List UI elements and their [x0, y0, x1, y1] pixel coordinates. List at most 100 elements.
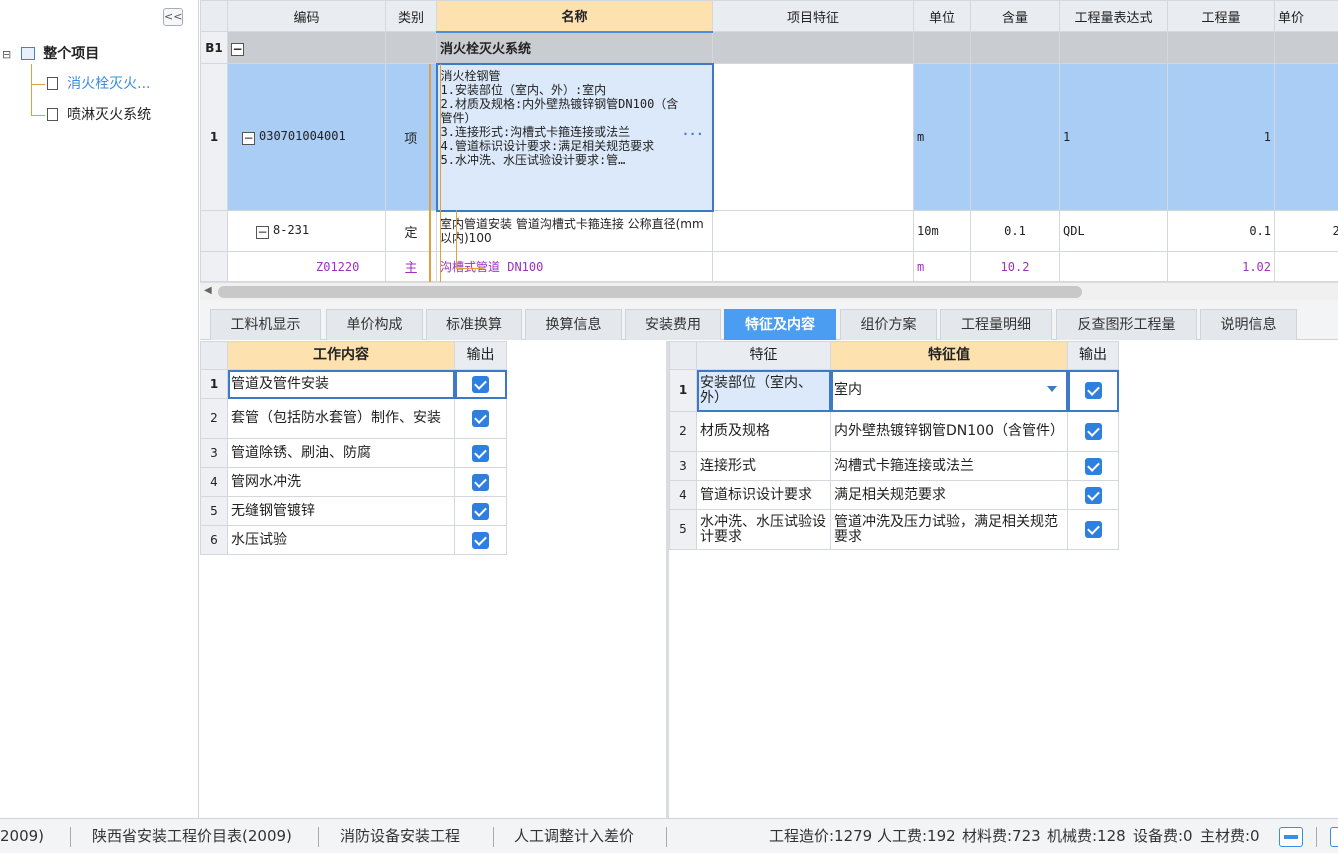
output-checkbox[interactable]	[1085, 458, 1102, 475]
tab-conversion-info[interactable]: 换算信息	[525, 309, 622, 340]
code-cell[interactable]: −8-231	[228, 211, 386, 252]
tab-unit-price[interactable]: 单价构成	[326, 309, 423, 340]
table-row[interactable]: 1 安装部位（室内、外） 室内	[670, 370, 1119, 412]
collapse-icon[interactable]: ⊟	[2, 44, 13, 66]
feature-value[interactable]: 满足相关规范要求	[831, 481, 1068, 510]
layout-split-icon[interactable]	[1330, 827, 1338, 847]
code-cell[interactable]: −030701004001	[228, 64, 386, 211]
feature-name[interactable]: 连接形式	[697, 452, 831, 481]
collapse-icon[interactable]: −	[256, 226, 269, 239]
output-checkbox[interactable]	[472, 445, 489, 462]
table-row[interactable]: 5 水冲洗、水压试验设计要求 管道冲洗及压力试验，满足相关规范要求	[670, 510, 1119, 550]
tree-root[interactable]: ⊟ 整个项目	[2, 43, 99, 65]
content-cell[interactable]: 0.1	[971, 211, 1060, 252]
tab-features-content[interactable]: 特征及内容	[724, 309, 836, 340]
table-row[interactable]: Z01220 主 沟槽式管道 DN100 m 10.2 1.02	[201, 252, 1338, 282]
tab-quantity-detail[interactable]: 工程量明细	[940, 309, 1052, 340]
col-name[interactable]: 名称	[437, 1, 713, 32]
table-row[interactable]: 4 管道标识设计要求 满足相关规范要求	[670, 481, 1119, 510]
col-output[interactable]: 输出	[455, 342, 507, 370]
price-cell[interactable]	[1275, 64, 1338, 211]
tab-description[interactable]: 说明信息	[1200, 309, 1297, 340]
unit-cell[interactable]: m	[914, 252, 971, 282]
output-checkbox[interactable]	[1085, 423, 1102, 440]
collapse-icon[interactable]: −	[231, 43, 244, 56]
name-cell[interactable]: 沟槽式管道 DN100	[437, 252, 713, 282]
output-checkbox[interactable]	[1085, 382, 1102, 399]
content-cell[interactable]	[971, 64, 1060, 211]
feature-cell[interactable]	[713, 64, 914, 211]
section-toggle-cell[interactable]: −	[228, 32, 386, 64]
feature-value[interactable]: 内外壁热镀锌钢管DN100（含管件）	[831, 412, 1068, 452]
feature-name[interactable]: 管道标识设计要求	[697, 481, 831, 510]
code-cell[interactable]: Z01220	[228, 252, 386, 282]
feature-value[interactable]: 管道冲洗及压力试验，满足相关规范要求	[831, 510, 1068, 550]
output-checkbox[interactable]	[472, 376, 489, 393]
table-row[interactable]: 3 连接形式 沟槽式卡箍连接或法兰	[670, 452, 1119, 481]
horizontal-scrollbar[interactable]: ◀	[200, 282, 1338, 300]
output-checkbox[interactable]	[1085, 487, 1102, 504]
col-quantity[interactable]: 工程量	[1168, 1, 1275, 32]
col-feature-name[interactable]: 特征	[697, 342, 831, 370]
work-item[interactable]: 管道及管件安装	[228, 370, 455, 399]
scroll-left-icon[interactable]: ◀	[204, 285, 212, 296]
feature-value[interactable]: 沟槽式卡箍连接或法兰	[831, 452, 1068, 481]
output-checkbox[interactable]	[472, 503, 489, 520]
unit-cell[interactable]: 10m	[914, 211, 971, 252]
tree-item-sprinkler[interactable]: 喷淋灭火系统	[47, 104, 151, 126]
col-code[interactable]: 编码	[228, 1, 386, 32]
expression-cell[interactable]: QDL	[1060, 211, 1168, 252]
work-item[interactable]: 无缝钢管镀锌	[228, 497, 455, 526]
output-checkbox[interactable]	[472, 532, 489, 549]
table-row[interactable]: 2 套管（包括防水套管）制作、安装	[201, 399, 507, 439]
feature-name[interactable]: 安装部位（室内、外）	[697, 370, 831, 412]
feature-name[interactable]: 水冲洗、水压试验设计要求	[697, 510, 831, 550]
output-checkbox[interactable]	[472, 410, 489, 427]
tab-standard-conversion[interactable]: 标准换算	[426, 309, 522, 340]
table-row[interactable]: 6 水压试验	[201, 526, 507, 555]
work-item[interactable]: 套管（包括防水套管）制作、安装	[228, 399, 455, 439]
col-work-content[interactable]: 工作内容	[228, 342, 455, 370]
col-output[interactable]: 输出	[1068, 342, 1119, 370]
unit-cell[interactable]: m	[914, 64, 971, 211]
table-row[interactable]: 4 管网水冲洗	[201, 468, 507, 497]
col-unit[interactable]: 单位	[914, 1, 971, 32]
quantity-cell[interactable]: 1	[1168, 64, 1275, 211]
name-cell[interactable]: 消火栓钢管 1.安装部位（室内、外）:室内 2.材质及规格:内外壁热镀锌钢管DN…	[437, 64, 713, 211]
chevron-down-icon[interactable]	[1047, 386, 1057, 392]
expression-cell[interactable]: 1	[1060, 64, 1168, 211]
col-type[interactable]: 类别	[386, 1, 437, 32]
table-row[interactable]: 2 材质及规格 内外壁热镀锌钢管DN100（含管件）	[670, 412, 1119, 452]
scrollbar-thumb[interactable]	[218, 286, 1082, 298]
col-feature-value[interactable]: 特征值	[831, 342, 1068, 370]
work-item[interactable]: 管道除锈、刷油、防腐	[228, 439, 455, 468]
tab-install-cost[interactable]: 安装费用	[625, 309, 721, 340]
feature-name[interactable]: 材质及规格	[697, 412, 831, 452]
col-unit-price[interactable]: 单价	[1275, 1, 1338, 32]
section-row[interactable]: B1 − 消火栓灭火系统	[201, 32, 1338, 64]
quantity-cell[interactable]: 1.02	[1168, 252, 1275, 282]
table-row[interactable]: 5 无缝钢管镀锌	[201, 497, 507, 526]
table-row[interactable]: −8-231 定 室内管道安装 管道沟槽式卡箍连接 公称直径(mm以内)100 …	[201, 211, 1338, 252]
work-item[interactable]: 管网水冲洗	[228, 468, 455, 497]
output-checkbox[interactable]	[1085, 521, 1102, 538]
table-row[interactable]: 1 −030701004001 项 消火栓钢管 1.安装部位（室内、外）:室内 …	[201, 64, 1338, 211]
layout-toggle-icon[interactable]	[1279, 827, 1303, 847]
price-cell[interactable]: 24	[1275, 211, 1338, 252]
collapse-panel-button[interactable]: <<	[163, 8, 183, 26]
tree-item-hydrant[interactable]: 消火栓灭火...	[47, 73, 151, 95]
collapse-icon[interactable]: −	[242, 132, 255, 145]
more-button[interactable]: ···	[682, 127, 704, 141]
quantity-cell[interactable]: 0.1	[1168, 211, 1275, 252]
name-cell[interactable]: 室内管道安装 管道沟槽式卡箍连接 公称直径(mm以内)100	[437, 211, 713, 252]
table-row[interactable]: 3 管道除锈、刷油、防腐	[201, 439, 507, 468]
tab-reverse-lookup[interactable]: 反查图形工程量	[1056, 309, 1197, 340]
col-content[interactable]: 含量	[971, 1, 1060, 32]
work-item[interactable]: 水压试验	[228, 526, 455, 555]
content-cell[interactable]: 10.2	[971, 252, 1060, 282]
tab-labor-material[interactable]: 工料机显示	[210, 309, 321, 340]
col-feature[interactable]: 项目特征	[713, 1, 914, 32]
col-expression[interactable]: 工程量表达式	[1060, 1, 1168, 32]
table-row[interactable]: 1 管道及管件安装	[201, 370, 507, 399]
tab-pricing-plan[interactable]: 组价方案	[840, 309, 937, 340]
